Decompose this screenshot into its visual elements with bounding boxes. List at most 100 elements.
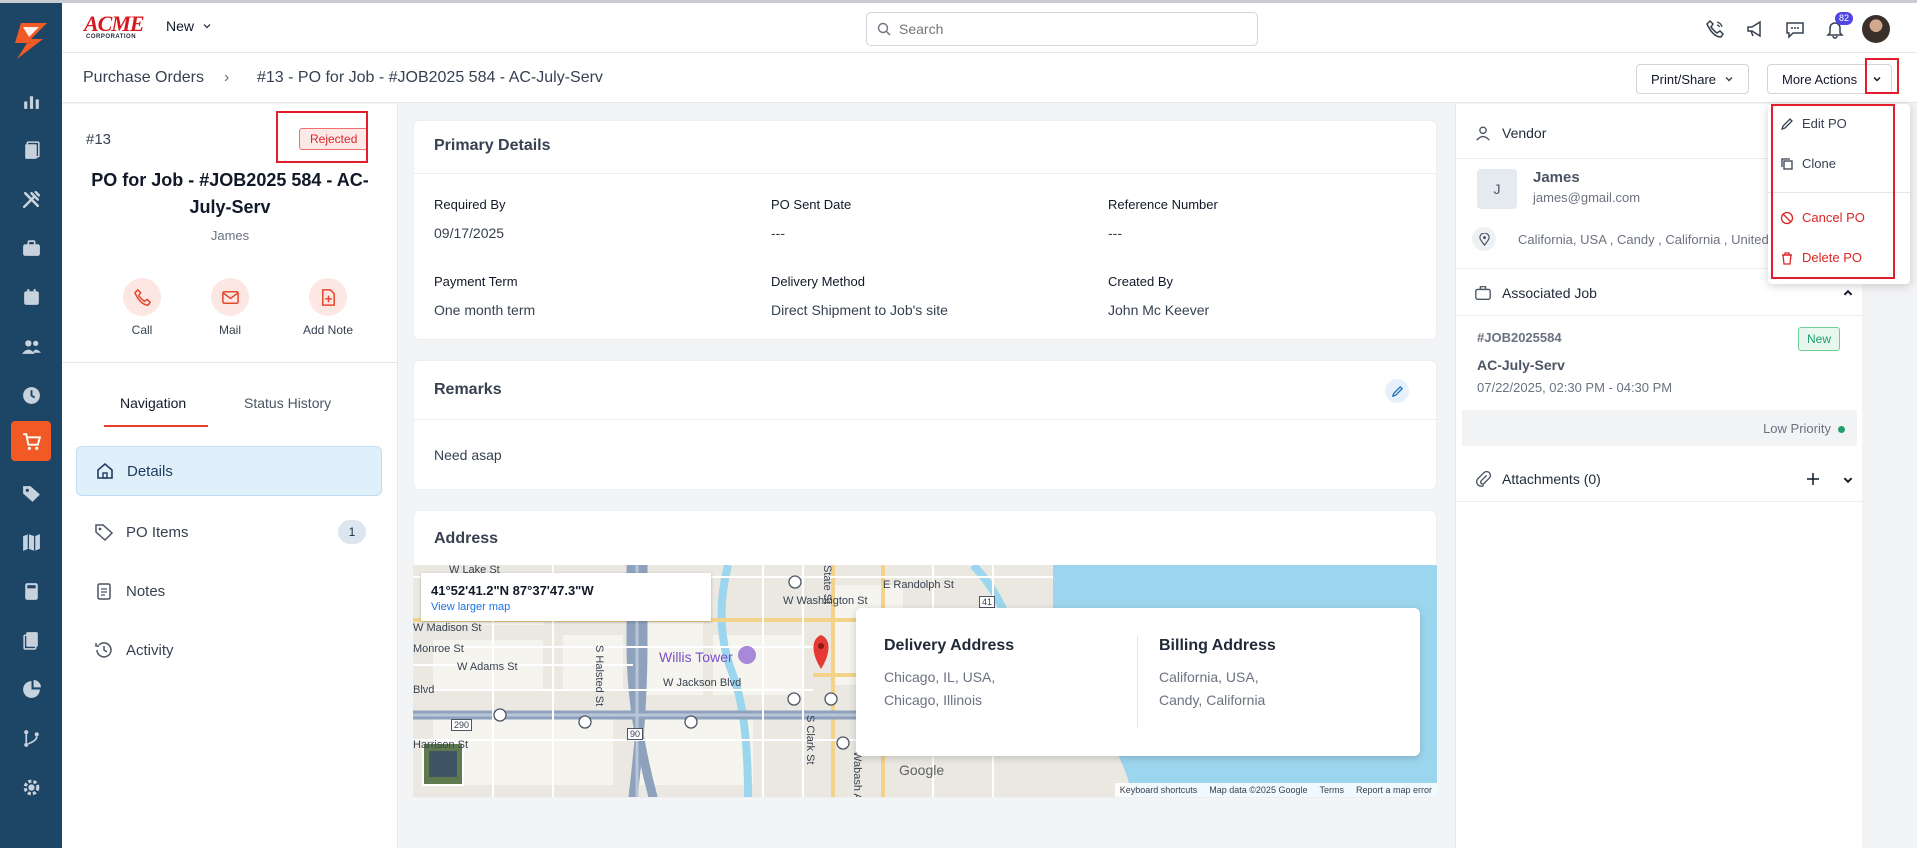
call-action[interactable]: Call [97,278,187,337]
tab-navigation[interactable]: Navigation [120,395,186,411]
notification-count-badge: 82 [1835,12,1854,25]
payment-term-value: One month term [434,302,536,318]
breadcrumb-current: #13 - PO for Job - #JOB2025 584 - AC-Jul… [257,69,603,86]
nav-item-activity[interactable]: Activity [76,625,382,675]
remarks-title: Remarks [434,381,502,398]
cart-icon[interactable] [11,421,51,461]
po-title: PO for Job - #JOB2025 584 - AC-July-Serv [91,170,369,217]
report-map-error-link[interactable]: Report a map error [1356,785,1432,795]
job-priority: Low Priority [1763,421,1831,436]
reference-number-value: --- [1108,225,1122,241]
terms-link[interactable]: Terms [1319,785,1344,795]
nav-item-details[interactable]: Details [76,446,382,496]
megaphone-icon[interactable] [1744,18,1766,40]
primary-details-title: Primary Details [434,137,551,154]
add-note-action[interactable]: Add Note [283,278,373,337]
app-sidebar [0,3,62,848]
user-avatar[interactable] [1862,15,1890,43]
address-title: Address [434,530,499,547]
delivery-method-label: Delivery Method [771,274,865,289]
new-dropdown-button[interactable]: New [166,18,212,34]
breadcrumb-separator-icon: › [224,69,230,86]
tag-icon[interactable] [11,473,51,513]
created-by-value: John Mc Keever [1108,302,1210,318]
delivery-method-value: Direct Shipment to Job's site [771,302,948,318]
priority-bar: Low Priority [1462,410,1857,446]
active-tab-indicator [104,425,208,427]
add-note-icon [321,288,335,306]
documents-icon[interactable] [11,130,51,170]
highlight-status-badge [276,111,368,163]
phone-icon[interactable] [1704,18,1726,40]
pie-chart-icon[interactable] [11,669,51,709]
map-label-blvd: Blvd [413,684,435,696]
job-time: 07/22/2025, 02:30 PM - 04:30 PM [1477,380,1673,395]
clipboard-icon [97,583,111,600]
briefcase-icon [1475,286,1491,300]
map-label-state: State St [821,565,833,605]
po-vendor-name: James [210,228,250,243]
vendor-section-header: Vendor [1474,124,1546,142]
nav-item-notes[interactable]: Notes [76,566,382,616]
users-icon[interactable] [11,326,51,366]
breadcrumb-bar: Purchase Orders › #13 - PO for Job - #JO… [62,53,1917,103]
reference-number-label: Reference Number [1108,197,1218,212]
map-footer: Keyboard shortcuts Map data ©2025 Google… [1114,783,1437,797]
map-label-madison: W Madison St [413,622,482,634]
map-label-halsted: S Halsted St [593,645,605,707]
app-logo-icon[interactable] [13,21,49,61]
map-label-i90: 90 [627,728,644,740]
address-details-card: Delivery Address Chicago, IL, USA, Chica… [856,608,1420,756]
pencil-icon [1391,385,1403,397]
view-larger-map-link[interactable]: View larger map [431,601,701,613]
highlight-actions-menu [1771,104,1895,279]
vendor-email[interactable]: james@gmail.com [1533,190,1640,205]
search-input[interactable] [899,21,1229,37]
chat-icon[interactable] [1784,18,1806,40]
po-number: #13 [86,131,112,148]
add-attachment-plus-icon[interactable] [1805,471,1821,487]
nav-item-po-items[interactable]: PO Items 1 [76,507,382,557]
files-icon[interactable] [11,620,51,660]
divider [414,419,1436,420]
tag-icon [95,524,114,542]
divider [62,362,398,363]
mail-action[interactable]: Mail [185,278,275,337]
phone-icon [133,288,151,306]
company-logo[interactable]: ACME CORPORATION [84,13,148,41]
search-box[interactable] [866,12,1258,46]
tools-icon[interactable] [11,179,51,219]
calculator-icon[interactable] [11,571,51,611]
associated-job-header[interactable]: Associated Job [1474,284,1597,302]
map-icon[interactable] [11,522,51,562]
chevron-up-icon[interactable] [1842,287,1854,299]
delivery-address: Chicago, IL, USA, Chicago, Illinois [884,669,996,708]
vendor-address: California, USA , Candy , California , U… [1518,232,1768,247]
mail-icon [221,290,239,304]
po-sent-date-label: PO Sent Date [771,197,852,212]
edit-remarks-button[interactable] [1385,379,1409,403]
billing-address: California, USA, Candy, California [1159,669,1266,708]
po-summary-panel: #13 Rejected PO for Job - #JOB2025 584 -… [62,104,398,848]
job-id[interactable]: #JOB2025584 [1477,330,1562,345]
google-logo: Google [899,762,945,778]
job-name[interactable]: AC-July-Serv [1477,357,1565,373]
map-label-r41: 41 [979,596,996,608]
attachments-header[interactable]: Attachments (0) [1474,470,1601,488]
breadcrumb-purchase-orders[interactable]: Purchase Orders [83,69,204,87]
calendar-icon[interactable] [11,277,51,317]
print-share-button[interactable]: Print/Share [1636,64,1750,94]
briefcase-icon[interactable] [11,228,51,268]
map-label-jackson: W Jackson Blvd [663,677,742,689]
tab-status-history[interactable]: Status History [244,395,331,411]
workflow-icon[interactable] [11,718,51,758]
vendor-name[interactable]: James [1533,169,1580,186]
remarks-text: Need asap [434,447,502,463]
keyboard-shortcuts-link[interactable]: Keyboard shortcuts [1120,785,1198,795]
dashboard-chart-icon[interactable] [11,81,51,121]
settings-gear-icon[interactable] [11,767,51,807]
clock-icon[interactable] [11,375,51,415]
required-by-label: Required By [434,197,506,212]
map-label-wabash: Wabash Ave [851,751,863,797]
chevron-down-icon[interactable] [1842,474,1854,486]
